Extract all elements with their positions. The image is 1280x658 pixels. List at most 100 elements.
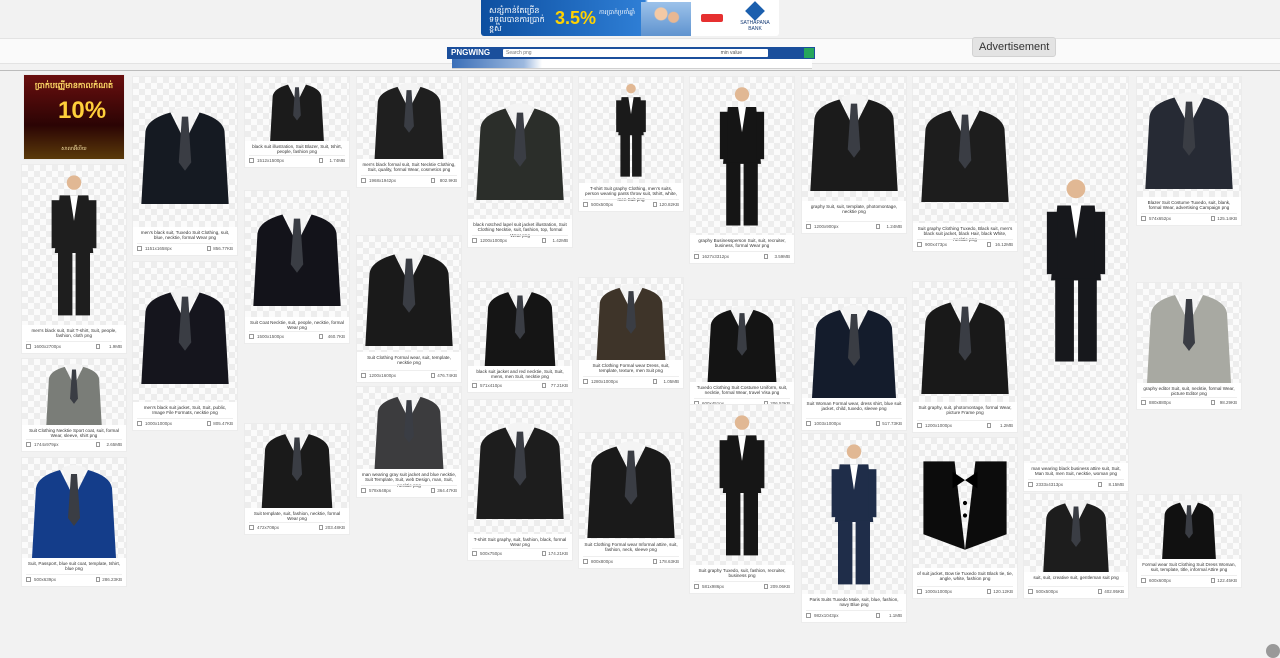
result-card[interactable]: men's black suit, Suit T-shirt, Suit, pe…	[22, 165, 126, 353]
search-filter[interactable]: min value	[721, 49, 742, 57]
result-caption[interactable]: black suit illustration, Suit Blazer, Su…	[249, 144, 345, 155]
result-caption[interactable]: Suit template, suit, fashion, necktie, f…	[249, 511, 345, 522]
result-caption[interactable]: men's black suit, Suit T-shirt, Suit, pe…	[26, 328, 122, 339]
result-thumbnail[interactable]	[690, 300, 794, 382]
result-thumbnail[interactable]	[579, 278, 683, 360]
result-card[interactable]: T-shirt Suit graphy, suit, fashion, blac…	[468, 400, 572, 560]
result-thumbnail[interactable]	[22, 359, 126, 425]
result-caption[interactable]: Suit, Passport, blue suit coat, template…	[26, 561, 122, 572]
result-filesize: 178.63KB	[659, 559, 679, 564]
result-card[interactable]: Suit Coat Necktie, suit, people, necktie…	[245, 191, 349, 343]
result-thumbnail[interactable]	[357, 236, 461, 352]
result-thumbnail[interactable]	[22, 165, 126, 325]
result-thumbnail[interactable]	[913, 77, 1017, 223]
result-thumbnail[interactable]	[245, 191, 349, 317]
result-caption[interactable]: Blazer Suit Costume Tuxedo, suit, blank,…	[1141, 200, 1237, 211]
result-card[interactable]: men's black formal suit, Suit Necktie Cl…	[357, 77, 461, 187]
result-thumbnail[interactable]	[357, 77, 461, 159]
result-card[interactable]: Suit graphy, suit, photomontage, formal …	[913, 282, 1017, 432]
result-thumbnail[interactable]	[245, 77, 349, 141]
result-thumbnail[interactable]	[1137, 283, 1241, 383]
result-thumbnail[interactable]	[802, 298, 906, 398]
result-caption[interactable]: man wearing black business attire suit, …	[1028, 466, 1124, 477]
result-thumbnail[interactable]	[22, 458, 126, 558]
result-card[interactable]: Suit Clothing Necktie Sport coat, suit, …	[22, 359, 126, 451]
result-caption[interactable]: Formal wear Suit Clothing Suit Dress Wom…	[1141, 562, 1237, 573]
result-caption[interactable]: of suit jacket, Bow tie Tuxedo Suit Blac…	[917, 571, 1013, 582]
search-input[interactable]: Search png min value	[503, 49, 768, 57]
result-card[interactable]: Suit, Passport, blue suit coat, template…	[22, 458, 126, 586]
result-card[interactable]: Paris Suits Tuxedo Male, suit, blue, fas…	[802, 434, 906, 622]
result-caption[interactable]: Paris Suits Tuxedo Male, suit, blue, fas…	[806, 597, 902, 608]
result-thumbnail[interactable]	[1137, 77, 1241, 197]
result-card[interactable]: Formal wear Suit Clothing Suit Dress Wom…	[1137, 495, 1241, 587]
result-thumbnail[interactable]	[802, 434, 906, 594]
result-thumbnail[interactable]	[1024, 494, 1128, 572]
result-card[interactable]: suit, suit, creative suit, gentleman sui…	[1024, 494, 1128, 598]
result-thumbnail[interactable]	[690, 77, 794, 235]
result-thumbnail[interactable]	[913, 438, 1017, 568]
result-caption[interactable]: graphy Suit, suit, template, photomontag…	[806, 204, 902, 215]
site-logo[interactable]: PNGWING	[451, 48, 490, 57]
result-thumbnail[interactable]	[133, 262, 237, 402]
result-caption[interactable]: suit, suit, creative suit, gentleman sui…	[1028, 575, 1124, 580]
result-caption[interactable]: Suit graphy, suit, photomontage, formal …	[917, 405, 1013, 416]
top-banner-ad[interactable]: សន្សំកាន់តែច្រើន ទទួលបានការប្រាក់ខ្ពស់ 3…	[481, 0, 779, 36]
result-caption[interactable]: Suit Clothing Necktie Sport coat, suit, …	[26, 428, 122, 439]
result-caption[interactable]: Tuxedo Clothing Suit Costume Uniform, su…	[694, 385, 790, 396]
result-caption[interactable]: black suit jacket and red necktie, Suit,…	[472, 369, 568, 380]
result-thumbnail[interactable]	[357, 387, 461, 469]
result-card[interactable]: graphy Businessperson Suit, suit, recrui…	[690, 77, 794, 263]
result-thumbnail[interactable]	[802, 77, 906, 201]
result-card[interactable]: black notched lapel suit jacket illustra…	[468, 77, 572, 247]
scroll-top-button[interactable]	[1266, 644, 1280, 658]
result-card[interactable]: Suit graphy Tuxedo, suit, fashion, recru…	[690, 405, 794, 593]
result-thumbnail[interactable]	[245, 424, 349, 508]
result-caption[interactable]: men's black suit, Tuxedo Suit Clothing, …	[137, 230, 233, 241]
resolution-icon	[361, 373, 366, 378]
result-card[interactable]: black suit illustration, Suit Blazer, Su…	[245, 77, 349, 167]
result-card[interactable]: Suit graphy Clothing Tuxedo, Black suit,…	[913, 77, 1017, 251]
result-thumbnail[interactable]	[579, 77, 683, 183]
result-thumbnail[interactable]	[468, 400, 572, 534]
result-thumbnail[interactable]	[913, 282, 1017, 402]
result-card[interactable]: Tuxedo Clothing Suit Costume Uniform, su…	[690, 300, 794, 410]
result-caption[interactable]: graphy editor Suit, suit, necktie, forma…	[1141, 386, 1237, 397]
result-card[interactable]: Suit Clothing Formal wear Dress, suit, t…	[579, 278, 683, 388]
result-card[interactable]: graphy Suit, suit, template, photomontag…	[802, 77, 906, 233]
result-card[interactable]: Suit Woman Formal wear, dress shirt, blu…	[802, 298, 906, 430]
result-thumbnail[interactable]	[1137, 495, 1241, 559]
result-caption[interactable]: T-shirt Suit graphy, suit, fashion, blac…	[472, 537, 568, 548]
result-thumbnail[interactable]	[579, 433, 683, 539]
result-caption[interactable]: graphy Businessperson Suit, suit, recrui…	[694, 238, 790, 249]
result-caption[interactable]: Suit Clothing Formal wear, suit, templat…	[361, 355, 457, 366]
result-thumbnail[interactable]	[468, 77, 572, 219]
result-card[interactable]: Suit template, suit, fashion, necktie, f…	[245, 424, 349, 534]
result-caption[interactable]: Suit Clothing Formal wear Dress, suit, t…	[583, 363, 679, 374]
result-thumbnail[interactable]	[468, 282, 572, 366]
result-caption[interactable]: Suit Coat Necktie, suit, people, necktie…	[249, 320, 345, 331]
result-caption[interactable]: men's black formal suit, Suit Necktie Cl…	[361, 162, 457, 173]
result-card[interactable]: black suit jacket and red necktie, Suit,…	[468, 282, 572, 392]
result-card[interactable]: man wearing black business attire suit, …	[1024, 77, 1128, 491]
search-button[interactable]	[804, 48, 814, 58]
result-card[interactable]: men's black suit jacket, Suit, Suit, pub…	[133, 262, 237, 430]
result-card[interactable]: Blazer Suit Costume Tuxedo, suit, blank,…	[1137, 77, 1241, 225]
result-caption[interactable]: Suit Woman Formal wear, dress shirt, blu…	[806, 401, 902, 412]
result-thumbnail[interactable]	[690, 405, 794, 565]
result-dimensions: 982x1043px	[814, 613, 839, 618]
result-card[interactable]: T-shirt Suit graphy Clothing, men's suit…	[579, 77, 683, 211]
result-card[interactable]: Suit Clothing Formal wear Informal attir…	[579, 433, 683, 568]
side-ad[interactable]: ប្រាក់បញ្ញើមានកាលកំណត់ 10% សាលាអ៊ីលីយ	[24, 75, 124, 159]
result-caption[interactable]: men's black suit jacket, Suit, Suit, pub…	[137, 405, 233, 416]
result-card[interactable]: Suit Clothing Formal wear, suit, templat…	[357, 236, 461, 382]
result-card[interactable]: men's black suit, Tuxedo Suit Clothing, …	[133, 77, 237, 255]
result-card[interactable]: man wearing gray suit jacket and blue ne…	[357, 387, 461, 497]
result-caption[interactable]: Suit Clothing Formal wear Informal attir…	[583, 542, 679, 553]
result-thumbnail[interactable]	[133, 77, 237, 227]
ad-cta-button[interactable]	[701, 14, 723, 22]
result-card[interactable]: of suit jacket, Bow tie Tuxedo Suit Blac…	[913, 438, 1017, 598]
result-card[interactable]: graphy editor Suit, suit, necktie, forma…	[1137, 283, 1241, 409]
result-caption[interactable]: Suit graphy Tuxedo, suit, fashion, recru…	[694, 568, 790, 579]
result-thumbnail[interactable]	[1024, 77, 1128, 463]
